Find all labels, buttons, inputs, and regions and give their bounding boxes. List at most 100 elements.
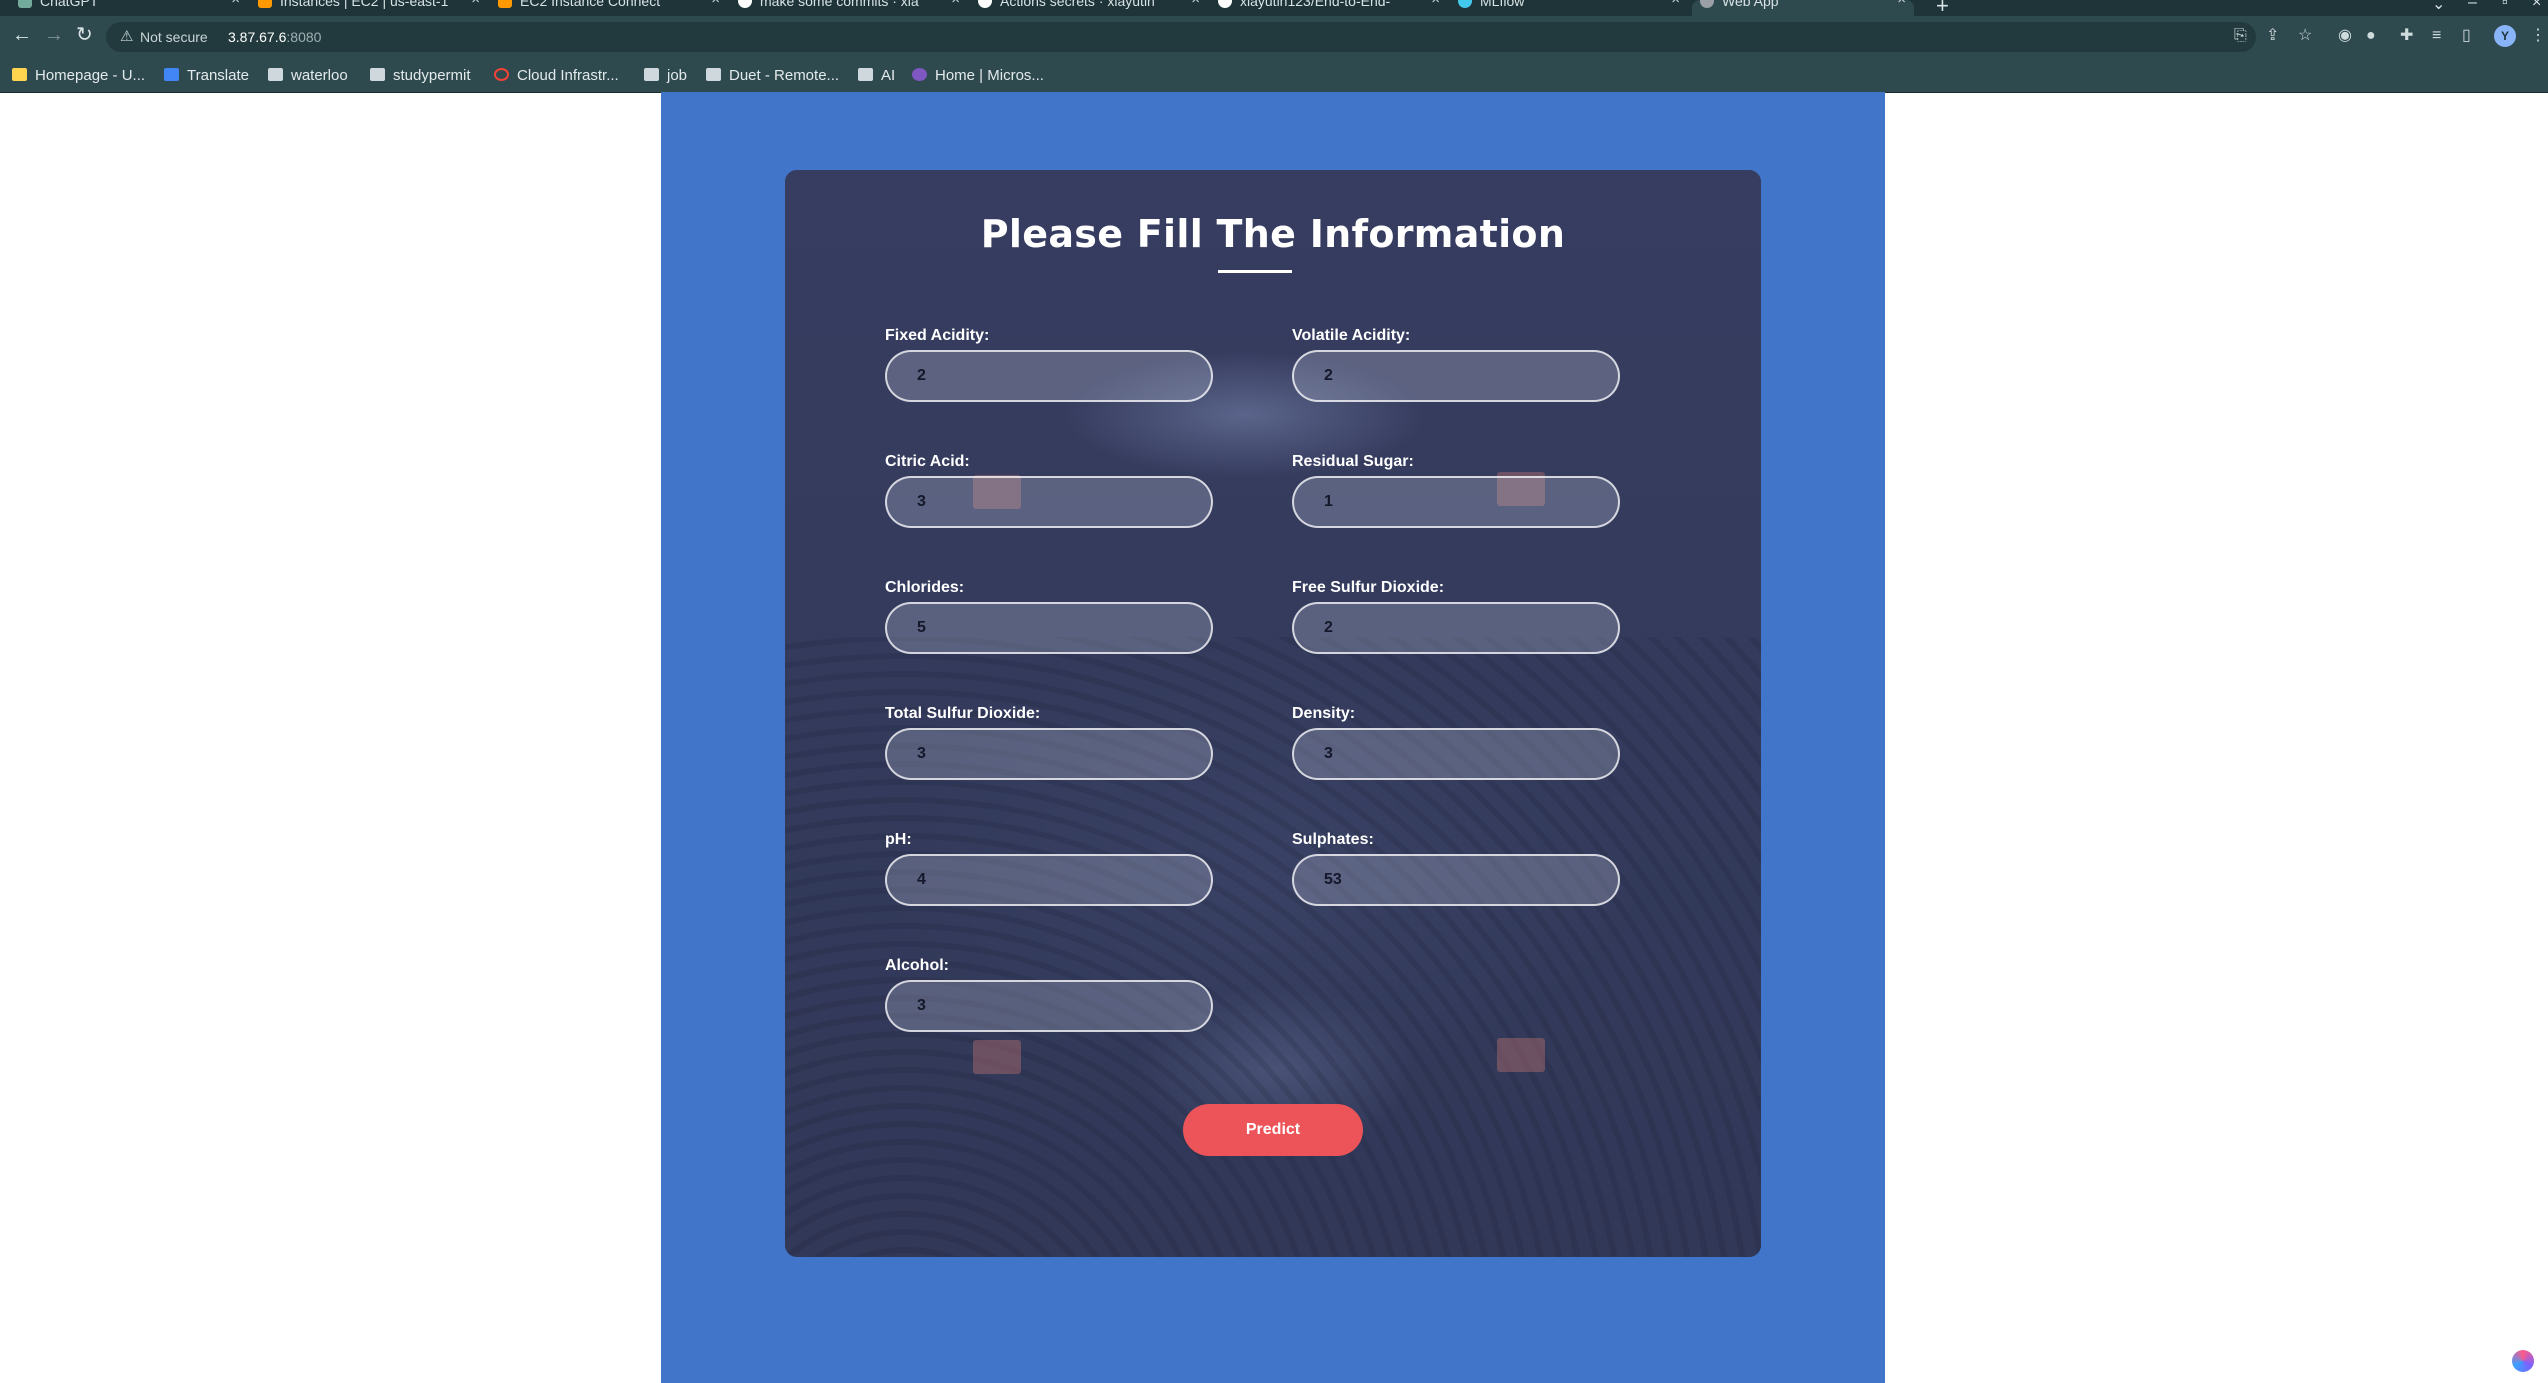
minimize-icon[interactable]: – <box>2468 0 2477 12</box>
alcohol-input[interactable] <box>885 980 1213 1032</box>
bookmarks-bar: Homepage - U... Translate waterloo study… <box>0 58 2548 93</box>
total-sulfur-dioxide-label: Total Sulfur Dioxide: <box>885 705 1041 722</box>
close-icon[interactable]: × <box>1897 0 1906 7</box>
total-sulfur-dioxide-input[interactable] <box>885 728 1213 780</box>
bookmark-star-icon[interactable]: ☆ <box>2298 27 2312 45</box>
site-icon <box>12 68 27 81</box>
puzzle-icon[interactable]: ✚ <box>2400 27 2413 45</box>
menu-icon[interactable]: ⋮ <box>2530 27 2546 45</box>
microsoft-icon <box>912 68 927 81</box>
bookmark-item[interactable]: Cloud Infrastr... <box>494 67 619 84</box>
browser-tab[interactable]: MLflow × <box>1458 0 1680 16</box>
crowd-sign <box>973 1040 1021 1074</box>
tab-search-icon[interactable]: ⌄ <box>2432 0 2445 14</box>
reload-icon[interactable]: ↻ <box>76 25 93 45</box>
url-host: 3.87.67.6 <box>228 29 287 45</box>
tab-title: MLflow <box>1480 0 1525 9</box>
bookmark-item[interactable]: Home | Micros... <box>912 67 1044 84</box>
close-icon[interactable]: × <box>711 0 720 7</box>
bookmark-label: Duet - Remote... <box>729 67 840 84</box>
citric-acid-input[interactable] <box>885 476 1213 528</box>
profile-avatar[interactable]: Y <box>2494 25 2516 47</box>
mlflow-icon <box>1458 0 1472 8</box>
browser-tab[interactable]: xiayutin123/End-to-End- × <box>1218 0 1440 16</box>
forward-icon[interactable]: → <box>44 25 64 45</box>
close-icon[interactable]: × <box>1431 0 1440 7</box>
reading-list-icon[interactable]: ≡ <box>2432 27 2441 45</box>
bookmark-label: Cloud Infrastr... <box>517 67 619 84</box>
github-icon <box>738 0 752 8</box>
translate-icon[interactable]: ⎘ <box>2234 27 2247 45</box>
chlorides-input[interactable] <box>885 602 1213 654</box>
assistant-icon[interactable] <box>2512 1350 2534 1372</box>
fixed-acidity-input[interactable] <box>885 350 1213 402</box>
folder-icon <box>370 68 385 81</box>
aws-icon <box>258 0 272 8</box>
volatile-acidity-input[interactable] <box>1292 350 1620 402</box>
translate-icon <box>164 68 179 81</box>
github-icon <box>1218 0 1232 8</box>
close-icon[interactable]: × <box>1671 0 1680 7</box>
maximize-icon[interactable]: ▫ <box>2502 0 2508 12</box>
density-label: Density: <box>1292 705 1356 722</box>
page-icon <box>706 68 721 81</box>
tab-title: Instances | EC2 | us-east-1 <box>280 0 449 9</box>
extension-icon[interactable]: ◉ <box>2338 27 2352 45</box>
bookmark-folder[interactable]: studypermit <box>370 67 471 84</box>
free-sulfur-dioxide-input[interactable] <box>1292 602 1620 654</box>
tab-title: ChatGPT <box>40 0 99 9</box>
bookmark-item[interactable]: Duet - Remote... <box>706 67 839 84</box>
sulphates-input[interactable] <box>1292 854 1620 906</box>
security-label[interactable]: Not secure <box>140 29 208 45</box>
folder-icon <box>858 68 873 81</box>
bookmark-label: Home | Micros... <box>935 67 1044 84</box>
bookmark-label: waterloo <box>291 67 348 84</box>
close-icon[interactable]: × <box>951 0 960 7</box>
alcohol-label: Alcohol: <box>885 957 949 974</box>
bookmark-folder[interactable]: AI <box>858 67 895 84</box>
back-icon[interactable]: ← <box>12 25 32 45</box>
browser-tab[interactable]: make some commits · xia × <box>738 0 960 16</box>
url-field[interactable]: ⚠ Not secure 3.87.67.6:8080 ⎘ <box>106 22 2256 52</box>
residual-sugar-input[interactable] <box>1292 476 1620 528</box>
chlorides-label: Chlorides: <box>885 579 965 596</box>
close-window-icon[interactable]: × <box>2532 0 2541 12</box>
close-icon[interactable]: × <box>471 0 480 7</box>
chatgpt-icon <box>18 0 32 8</box>
browser-tab[interactable]: ChatGPT × <box>18 0 240 16</box>
bookmark-item[interactable]: Translate <box>164 67 249 84</box>
browser-tab[interactable]: EC2 Instance Connect × <box>498 0 720 16</box>
crowd-sign <box>1497 1038 1545 1072</box>
tab-title: Web App <box>1722 0 1779 9</box>
tab-title: Actions secrets · xiayutin <box>1000 0 1155 9</box>
close-icon[interactable]: × <box>1191 0 1200 7</box>
share-icon[interactable]: ⇪ <box>2266 27 2279 45</box>
volatile-acidity-label: Volatile Acidity: <box>1292 327 1411 344</box>
ph-input[interactable] <box>885 854 1213 906</box>
warning-icon: ⚠ <box>120 28 134 45</box>
browser-tab[interactable]: Actions secrets · xiayutin × <box>978 0 1200 16</box>
tab-strip: ChatGPT × Instances | EC2 | us-east-1 × … <box>0 0 2548 16</box>
browser-tab[interactable]: Instances | EC2 | us-east-1 × <box>258 0 480 16</box>
close-icon[interactable]: × <box>231 0 240 7</box>
tab-title: EC2 Instance Connect <box>520 0 661 9</box>
title-underline <box>1218 270 1292 273</box>
side-panel-icon[interactable]: ▯ <box>2462 27 2471 45</box>
bookmark-folder[interactable]: job <box>644 67 687 84</box>
oracle-icon <box>494 68 509 81</box>
url-port: :8080 <box>286 29 322 45</box>
browser-tab-active[interactable]: Web App × <box>1692 0 1914 16</box>
tab-title: make some commits · xia <box>760 0 919 9</box>
tab-title: xiayutin123/End-to-End- <box>1240 0 1391 9</box>
new-tab-icon[interactable]: + <box>1936 0 1949 16</box>
bookmark-label: Homepage - U... <box>35 67 146 84</box>
aws-icon <box>498 0 512 8</box>
bookmark-item[interactable]: Homepage - U... <box>12 67 145 84</box>
bookmark-folder[interactable]: waterloo <box>268 67 348 84</box>
predict-button[interactable]: Predict <box>1183 1104 1363 1156</box>
folder-icon <box>268 68 283 81</box>
bookmark-label: AI <box>881 67 896 84</box>
url-text[interactable]: 3.87.67.6:8080 <box>228 29 321 45</box>
density-input[interactable] <box>1292 728 1620 780</box>
extension-icon[interactable]: ● <box>2366 27 2376 45</box>
